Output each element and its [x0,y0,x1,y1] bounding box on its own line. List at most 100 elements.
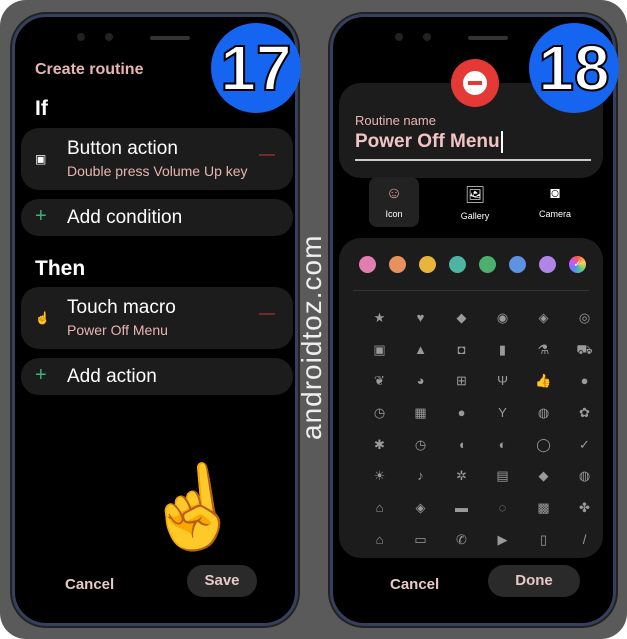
add-action-label: Add action [67,366,157,387]
icon-option[interactable]: ▦ [400,405,441,437]
icon-option[interactable]: ⛟ [564,342,605,374]
condition-subtitle: Double press Volume Up key [67,163,248,179]
icon-option[interactable]: Y [482,405,523,437]
icon-grid: ★ ♥ ◆ ◉ ◈ ◎ ▣ ▲ ◘ ▮ ⚗ ⛟ ❦ ◕ ⊞ Ψ 👍 ● ◷ ▦ ● Y ◍ ✿ ✱ ◷ ◖ ◐ ◯ ✓ ☀ ♪ ✲ ▤ ◆ ◍ ⌂ ◈ ▬ ◌… [359,310,605,564]
icon-option[interactable]: ✓ [564,437,605,469]
icon-option[interactable]: ◕ [400,373,441,405]
plus-icon: + [35,205,47,227]
tab-label: Camera [538,209,571,219]
routine-name-input[interactable]: Power Off Menu [355,131,503,153]
smiley-icon: ☺ [385,185,403,202]
icon-option[interactable]: ⚗ [523,342,564,374]
icon-option[interactable]: ✆ [441,532,482,564]
icon-option[interactable]: ● [441,405,482,437]
icon-option[interactable]: ◍ [523,405,564,437]
icon-option[interactable]: ▶ [482,532,523,564]
icon-option[interactable]: ▣ [359,342,400,374]
gallery-icon: 🖼 [464,187,486,204]
icon-option[interactable]: ★ [359,310,400,342]
icon-option[interactable]: ◆ [441,310,482,342]
icon-option[interactable]: ☀ [359,468,400,500]
icon-option[interactable]: ▲ [400,342,441,374]
add-condition-button[interactable]: + Add condition [21,199,293,236]
if-heading: If [35,97,48,120]
condition-title: Button action [67,138,178,159]
source-camera-tab[interactable]: ◙ Camera [530,177,580,227]
icon-option[interactable]: ♥ [400,310,441,342]
icon-option[interactable]: ◈ [523,310,564,342]
color-swatch[interactable]: ✓ [569,256,586,273]
icon-option[interactable]: 👍 [523,373,564,405]
color-swatch[interactable] [449,256,466,273]
icon-option[interactable]: ▯ [523,532,564,564]
color-swatch[interactable] [479,256,496,273]
source-gallery-tab[interactable]: 🖼 Gallery [450,177,500,227]
remove-condition-icon[interactable]: — [259,146,275,164]
icon-option[interactable]: ◍ [564,468,605,500]
icon-option[interactable]: ◷ [359,405,400,437]
cancel-button[interactable]: Cancel [390,576,439,593]
icon-option[interactable]: / [564,532,605,564]
color-swatch[interactable] [539,256,556,273]
done-button[interactable]: Done [488,565,580,597]
icon-option[interactable]: ⌂ [359,532,400,564]
icon-option[interactable]: ▬ [441,500,482,532]
icon-option[interactable]: ◆ [523,468,564,500]
add-condition-label: Add condition [67,207,183,228]
color-swatch[interactable] [359,256,376,273]
camera-icon: ◙ [550,185,560,202]
phone-step-17: 17 Create routine If ▣ Button action Dou… [12,14,301,626]
icon-option[interactable]: ❦ [359,373,400,405]
icon-option[interactable]: Ψ [482,373,523,405]
icon-option[interactable]: ▭ [400,532,441,564]
color-swatch[interactable] [419,256,436,273]
color-swatches: ✓ [359,256,586,273]
then-heading: Then [35,257,86,280]
pointing-hand-icon: ☝ [137,456,249,559]
icon-option[interactable]: ◯ [523,437,564,469]
icon-option[interactable]: ✲ [441,468,482,500]
touch-macro-icon: ☝ [35,311,50,325]
action-title: Touch macro [67,297,176,318]
plus-icon: + [35,364,47,386]
icon-option[interactable]: ◉ [482,310,523,342]
routine-name-label: Routine name [355,113,436,128]
color-swatch[interactable] [389,256,406,273]
icon-option[interactable]: ♪ [400,468,441,500]
icon-option[interactable]: ▤ [482,468,523,500]
icon-option[interactable]: ● [564,373,605,405]
step-badge: 18 [529,23,619,113]
icon-option[interactable]: ▮ [482,342,523,374]
color-swatch[interactable] [509,256,526,273]
remove-action-icon[interactable]: — [259,305,275,323]
source-icon-tab[interactable]: ☺ Icon [369,177,419,227]
action-subtitle: Power Off Menu [67,322,168,338]
icon-option[interactable]: ◘ [441,342,482,374]
tab-label: Gallery [460,211,490,221]
input-underline [355,159,591,161]
icon-palette: ✓ ★ ♥ ◆ ◉ ◈ ◎ ▣ ▲ ◘ ▮ ⚗ ⛟ ❦ ◕ ⊞ Ψ 👍 ● ◷ ▦ ● Y ◍ ✿ ✱ ◷ ◖ ◐ ◯ ✓ ☀ ♪ ✲ ▤ ◆ ◍ ⌂ ◈… [339,238,603,558]
icon-option[interactable]: ⌂ [359,500,400,532]
icon-option[interactable]: ◈ [400,500,441,532]
cancel-button[interactable]: Cancel [65,576,114,593]
action-card[interactable]: ☝ Touch macro Power Off Menu — [21,287,293,349]
icon-option[interactable]: ◖ [441,437,482,469]
icon-option[interactable]: ✤ [564,500,605,532]
icon-option[interactable]: ✿ [564,405,605,437]
button-action-icon: ▣ [35,152,47,166]
icon-option[interactable]: ◎ [564,310,605,342]
icon-option[interactable]: ◐ [482,437,523,469]
step-badge: 17 [211,23,301,113]
icon-option[interactable]: ▩ [523,500,564,532]
divider [353,290,589,291]
save-button[interactable]: Save [187,565,257,597]
condition-card[interactable]: ▣ Button action Double press Volume Up k… [21,128,293,190]
phone-step-18: 18 Routine name Power Off Menu ☺ Icon 🖼 Ga… [330,14,619,626]
icon-option[interactable]: ◌ [482,500,523,532]
add-action-button[interactable]: + Add action [21,358,293,395]
routine-icon-preview[interactable] [451,59,499,107]
icon-option[interactable]: ◷ [400,437,441,469]
page-title: Create routine [35,61,144,78]
icon-option[interactable]: ⊞ [441,373,482,405]
icon-option[interactable]: ✱ [359,437,400,469]
